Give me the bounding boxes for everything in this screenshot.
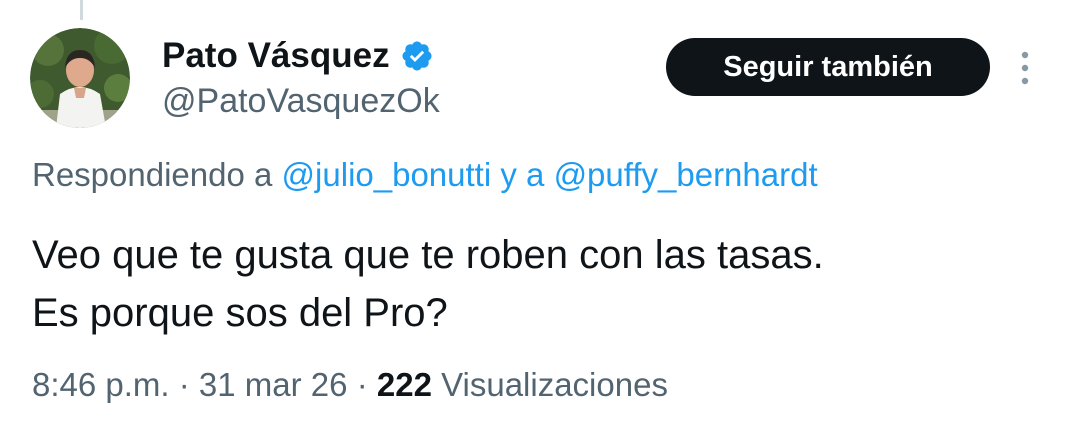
thread-connector-line	[80, 0, 83, 20]
reply-context-conjunction: y a	[500, 156, 545, 193]
views-label: Visualizaciones	[441, 366, 668, 403]
more-vertical-icon[interactable]	[1018, 50, 1032, 86]
tweet-date[interactable]: 31 mar 26	[199, 366, 348, 403]
tweet-time[interactable]: 8:46 p.m.	[32, 366, 170, 403]
tweet-text: Veo que te gusta que te roben con las ta…	[32, 226, 1032, 342]
mention-link-puffy-bernhardt[interactable]: @puffy_bernhardt	[554, 156, 818, 193]
meta-separator: ·	[356, 366, 368, 403]
mention-link-julio-bonutti[interactable]: @julio_bonutti	[282, 156, 492, 193]
author-display-name[interactable]: Pato Vásquez	[162, 36, 390, 76]
author-name-row: Pato Vásquez	[162, 36, 434, 76]
reply-context-prefix: Respondiendo a	[32, 156, 273, 193]
views-count: 222	[376, 366, 432, 403]
author-handle[interactable]: @PatoVasquezOk	[162, 82, 440, 121]
follow-back-button[interactable]: Seguir también	[666, 38, 990, 96]
avatar[interactable]	[30, 28, 130, 128]
reply-context: Respondiendo a @julio_bonutti y a @puffy…	[32, 156, 818, 194]
meta-separator: ·	[178, 366, 190, 403]
avatar-image	[30, 28, 130, 128]
tweet-header: Pato Vásquez @PatoVasquezOk Seguir tambi…	[30, 28, 1050, 128]
tweet-text-line: Es porque sos del Pro?	[32, 291, 448, 335]
tweet-text-line: Veo que te gusta que te roben con las ta…	[32, 233, 824, 277]
verified-badge-icon	[400, 39, 434, 73]
tweet-metadata: 8:46 p.m. · 31 mar 26 · 222 Visualizacio…	[32, 366, 668, 404]
